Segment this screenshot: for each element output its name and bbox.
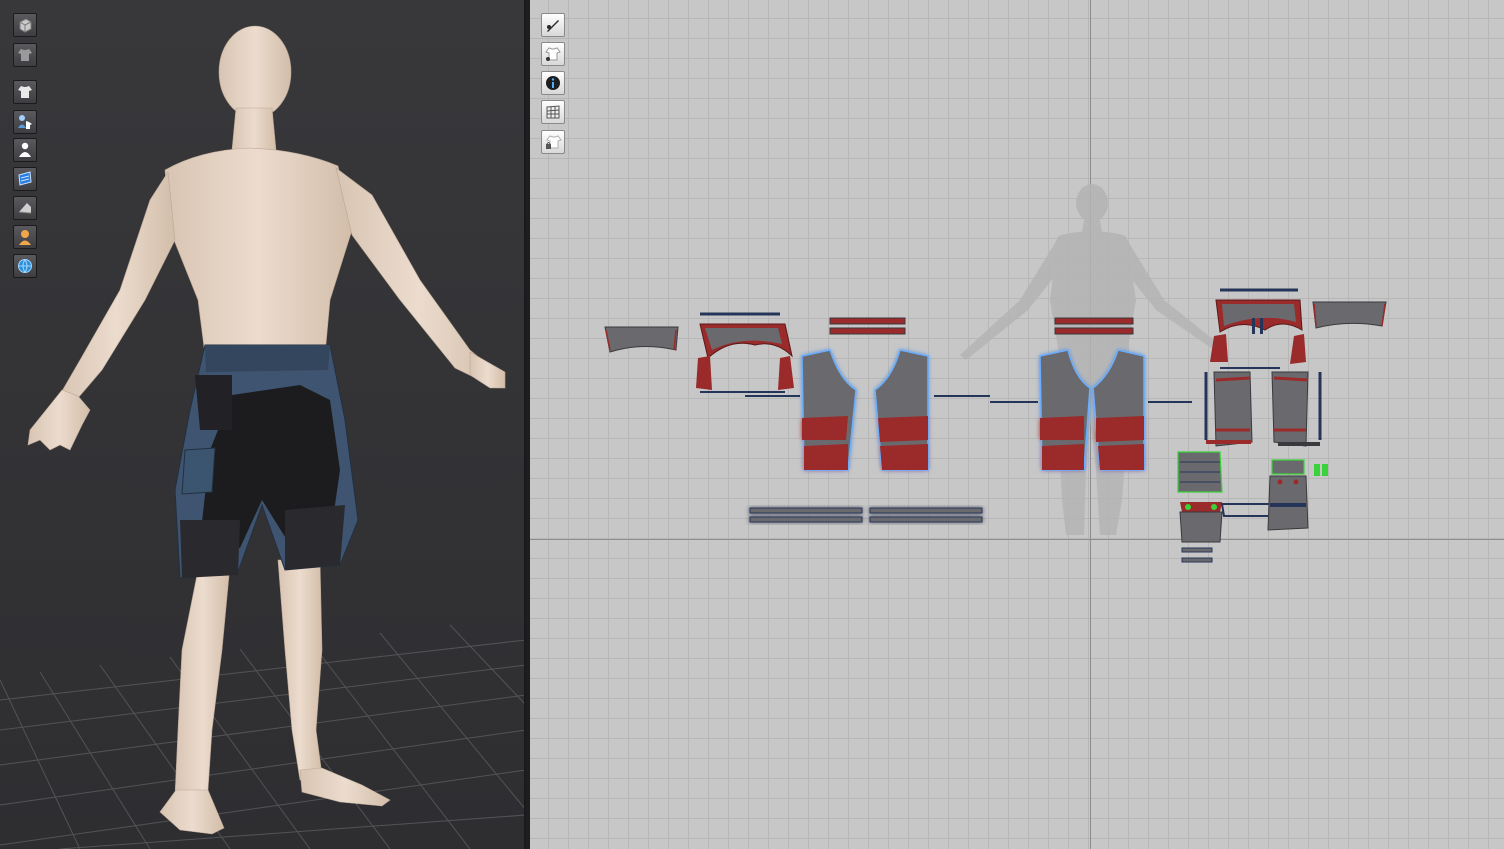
show-garment-icon[interactable] xyxy=(541,42,565,66)
pattern-canvas xyxy=(604,184,1387,563)
leg-binding-strips xyxy=(749,507,983,523)
3d-viewport[interactable] xyxy=(0,0,526,849)
pattern-piece xyxy=(1312,301,1387,329)
pen-tool-icon[interactable] xyxy=(541,13,565,37)
info-icon[interactable] xyxy=(541,71,565,95)
pattern-piece xyxy=(1210,334,1228,362)
avatar-cube-icon[interactable] xyxy=(13,13,37,37)
grid-pattern-icon[interactable] xyxy=(541,100,565,124)
side-panel-left xyxy=(1213,371,1253,447)
waistband-front-left xyxy=(829,317,906,335)
avatar-silhouette-icon[interactable] xyxy=(13,138,37,162)
fold-icon[interactable] xyxy=(13,196,37,220)
garment-shirt-icon[interactable] xyxy=(13,80,37,104)
cargo-pocket-pieces xyxy=(1177,451,1328,563)
garment-shirt-gray-icon[interactable] xyxy=(13,43,37,67)
pattern-piece xyxy=(604,326,679,353)
2d-pattern-viewport[interactable] xyxy=(530,0,1504,849)
locked-garment-icon[interactable] xyxy=(541,130,565,154)
pattern-piece xyxy=(696,356,712,390)
3d-scene xyxy=(0,0,524,849)
fabric-texture-icon[interactable] xyxy=(13,167,37,191)
avatar-bust-icon[interactable] xyxy=(13,225,37,249)
pattern-piece xyxy=(778,356,794,390)
side-panel-right xyxy=(1271,371,1309,447)
globe-icon[interactable] xyxy=(13,254,37,278)
avatar-garment-icon[interactable] xyxy=(13,110,37,134)
pattern-piece xyxy=(1290,334,1306,364)
